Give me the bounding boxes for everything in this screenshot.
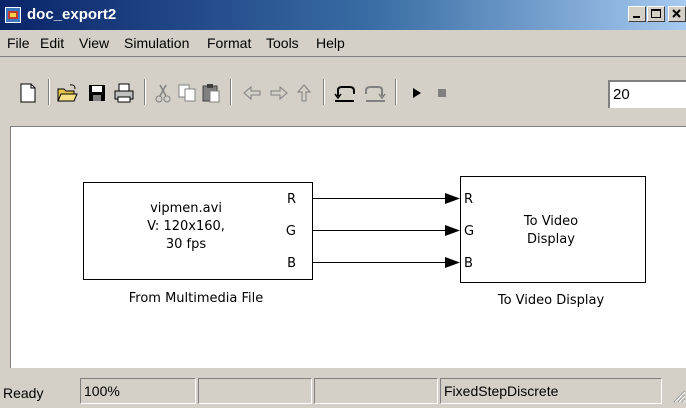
title-bar[interactable]: doc_export2 [0, 0, 686, 30]
new-document-icon[interactable] [17, 82, 39, 104]
toolbar-separator [230, 79, 232, 105]
up-icon[interactable] [293, 82, 315, 104]
resize-grip-icon[interactable] [670, 387, 686, 408]
paste-icon[interactable] [200, 82, 222, 104]
forward-icon[interactable] [268, 82, 290, 104]
stop-time-input[interactable]: 20 [608, 80, 686, 108]
menu-view[interactable]: View [79, 35, 109, 51]
menu-file[interactable]: File [7, 35, 30, 51]
source-port-b: B [287, 256, 296, 271]
stop-icon[interactable] [431, 82, 453, 104]
source-block-caption: From Multimedia File [129, 291, 264, 306]
toolbar-separator [144, 79, 146, 105]
menu-edit[interactable]: Edit [40, 35, 64, 51]
signal-line-r[interactable] [313, 193, 460, 204]
model-canvas[interactable]: vipmen.avi V: 120x160, 30 fps R G B From… [10, 126, 686, 368]
source-filename: vipmen.avi [150, 201, 222, 216]
copy-icon[interactable] [176, 82, 198, 104]
back-icon[interactable] [241, 82, 263, 104]
status-solver: FixedStepDiscrete [440, 378, 662, 404]
status-bar: Ready 100% FixedStepDiscrete [0, 372, 686, 408]
arrowhead-icon [445, 257, 460, 268]
maximize-button[interactable] [647, 6, 665, 22]
open-folder-icon[interactable] [56, 82, 78, 104]
play-icon[interactable] [406, 82, 428, 104]
source-port-g: G [286, 224, 296, 239]
cut-icon[interactable] [152, 82, 174, 104]
undo-icon[interactable] [333, 82, 355, 104]
arrowhead-icon [445, 193, 460, 204]
sink-label-line2: Display [527, 232, 575, 247]
status-cell-empty-2 [314, 378, 438, 404]
to-video-display-block[interactable]: R G B To Video Display [460, 176, 646, 283]
source-framerate: 30 fps [166, 237, 207, 252]
menu-bar: File Edit View Simulation Format Tools H… [0, 30, 686, 57]
toolbar-separator [323, 79, 325, 105]
sink-block-frame[interactable] [460, 176, 646, 283]
arrowhead-icon [445, 225, 460, 236]
menu-format[interactable]: Format [207, 35, 251, 51]
redo-icon[interactable] [363, 82, 386, 104]
menu-help[interactable]: Help [316, 35, 345, 51]
save-icon[interactable] [86, 82, 108, 104]
status-zoom: 100% [80, 378, 196, 404]
minimize-button[interactable] [628, 6, 646, 22]
toolbar-separator [48, 79, 50, 105]
status-ready: Ready [3, 385, 44, 401]
from-multimedia-file-block[interactable]: vipmen.avi V: 120x160, 30 fps R G B [83, 182, 313, 280]
menu-tools[interactable]: Tools [266, 35, 299, 51]
source-port-r: R [287, 192, 296, 207]
sink-label-line1: To Video [523, 214, 578, 229]
sink-port-r: R [464, 192, 473, 207]
signal-line-b[interactable] [313, 257, 460, 268]
close-button[interactable] [668, 6, 686, 22]
signal-line-g[interactable] [313, 225, 460, 236]
print-icon[interactable] [113, 82, 135, 104]
simulink-app-icon[interactable] [5, 7, 21, 23]
toolbar-separator [395, 79, 397, 105]
status-cell-empty-1 [198, 378, 312, 404]
sink-port-b: B [464, 256, 473, 271]
toolbar [0, 56, 686, 121]
sink-port-g: G [464, 224, 474, 239]
window-title: doc_export2 [27, 6, 117, 23]
sink-block-caption: To Video Display [497, 293, 605, 308]
source-resolution: V: 120x160, [147, 219, 225, 234]
menu-simulation[interactable]: Simulation [124, 35, 189, 51]
